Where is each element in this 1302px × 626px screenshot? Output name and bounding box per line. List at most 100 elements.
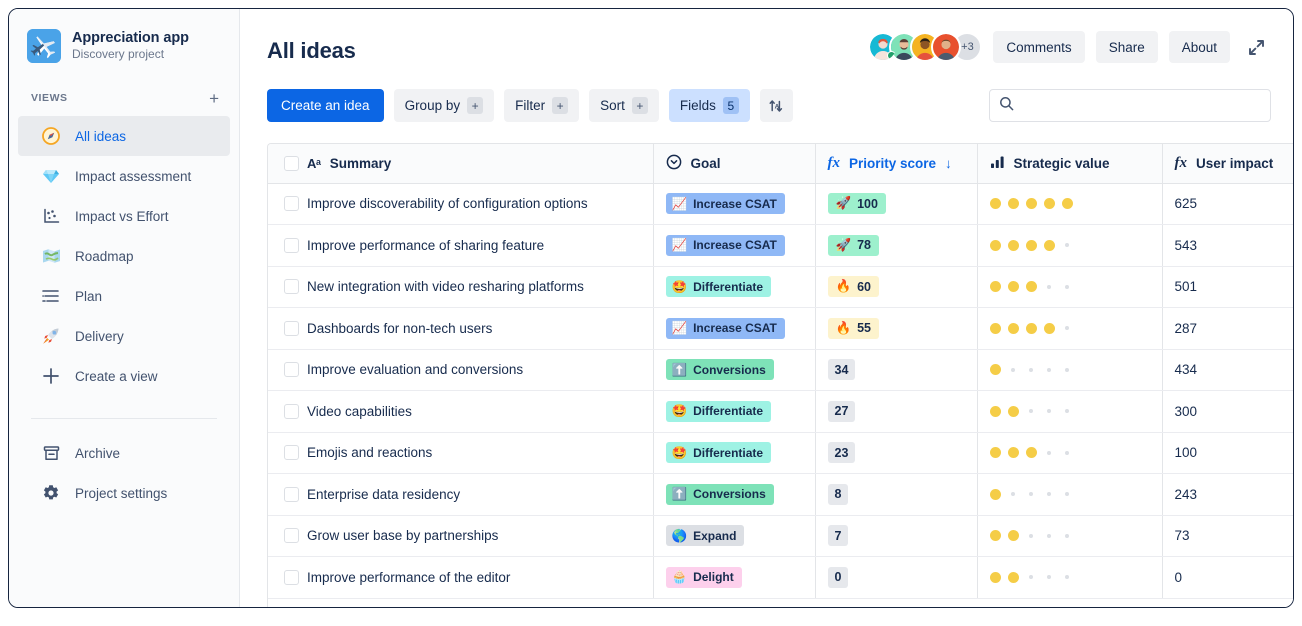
cell-user-impact[interactable]: 300 — [1162, 391, 1293, 433]
cell-strategic-value[interactable] — [977, 474, 1162, 516]
cell-strategic-value[interactable] — [977, 183, 1162, 225]
row-checkbox[interactable] — [284, 570, 299, 585]
column-header-user-impact[interactable]: fx User impact — [1162, 144, 1293, 183]
cell-user-impact[interactable]: 0 — [1162, 557, 1293, 599]
cell-strategic-value[interactable] — [977, 515, 1162, 557]
row-checkbox[interactable] — [284, 362, 299, 377]
cell-strategic-value[interactable] — [977, 349, 1162, 391]
cell-priority-score[interactable]: 7 — [815, 515, 977, 557]
comments-button[interactable]: Comments — [993, 31, 1084, 63]
cell-user-impact[interactable]: 73 — [1162, 515, 1293, 557]
expand-diagonal-icon[interactable] — [1241, 32, 1271, 62]
cell-user-impact[interactable]: 434 — [1162, 349, 1293, 391]
row-select-cell[interactable] — [268, 474, 301, 516]
row-checkbox[interactable] — [284, 196, 299, 211]
row-checkbox[interactable] — [284, 528, 299, 543]
cell-goal[interactable]: 🤩Differentiate — [653, 391, 815, 433]
sidebar-item-roadmap[interactable]: Roadmap — [18, 236, 230, 276]
column-header-strategic-value[interactable]: Strategic value — [977, 144, 1162, 183]
cell-user-impact[interactable]: 100 — [1162, 432, 1293, 474]
create-idea-button[interactable]: Create an idea — [267, 89, 384, 122]
cell-priority-score[interactable]: 0 — [815, 557, 977, 599]
cell-user-impact[interactable]: 287 — [1162, 308, 1293, 350]
row-checkbox[interactable] — [284, 321, 299, 336]
filter-button[interactable]: Filter + — [504, 89, 579, 122]
cell-goal[interactable]: 🧁Delight — [653, 557, 815, 599]
cell-priority-score[interactable]: 🔥60 — [815, 266, 977, 308]
cell-user-impact[interactable]: 243 — [1162, 474, 1293, 516]
cell-strategic-value[interactable] — [977, 225, 1162, 267]
cell-priority-score[interactable]: 34 — [815, 349, 977, 391]
cell-goal[interactable]: 📈Increase CSAT — [653, 183, 815, 225]
sort-button[interactable]: Sort + — [589, 89, 659, 122]
table-row[interactable]: Grow user base by partnerships🌎Expand7 73 — [268, 515, 1293, 557]
sidebar-item-all-ideas[interactable]: All ideas — [18, 116, 230, 156]
cell-summary[interactable]: New integration with video resharing pla… — [301, 266, 653, 308]
column-header-goal[interactable]: Goal — [653, 144, 815, 183]
table-row[interactable]: Improve discoverability of configuration… — [268, 183, 1293, 225]
row-select-cell[interactable] — [268, 515, 301, 557]
row-checkbox[interactable] — [284, 487, 299, 502]
column-header-priority-score[interactable]: fx Priority score ↓ — [815, 144, 977, 183]
cell-goal[interactable]: 📈Increase CSAT — [653, 225, 815, 267]
cell-strategic-value[interactable] — [977, 557, 1162, 599]
select-all-header[interactable] — [268, 144, 301, 183]
cell-strategic-value[interactable] — [977, 266, 1162, 308]
column-header-summary[interactable]: Aᵃ Summary — [301, 144, 653, 183]
about-button[interactable]: About — [1169, 31, 1230, 63]
sidebar-item-delivery[interactable]: Delivery — [18, 316, 230, 356]
table-row[interactable]: Video capabilities🤩Differentiate27 300 — [268, 391, 1293, 433]
cell-strategic-value[interactable] — [977, 308, 1162, 350]
sidebar-item-project-settings[interactable]: Project settings — [18, 473, 230, 513]
auto-sort-icon[interactable]: A — [760, 89, 793, 122]
row-select-cell[interactable] — [268, 183, 301, 225]
cell-goal[interactable]: 🤩Differentiate — [653, 432, 815, 474]
row-select-cell[interactable] — [268, 225, 301, 267]
table-row[interactable]: Emojis and reactions🤩Differentiate23100 — [268, 432, 1293, 474]
sidebar-item-create-a-view[interactable]: Create a view — [18, 356, 230, 396]
avatar-group[interactable]: +3 — [868, 32, 982, 62]
table-row[interactable]: Improve performance of the editor🧁Deligh… — [268, 557, 1293, 599]
cell-strategic-value[interactable] — [977, 432, 1162, 474]
table-row[interactable]: Improve performance of sharing feature📈I… — [268, 225, 1293, 267]
sidebar-item-plan[interactable]: Plan — [18, 276, 230, 316]
row-select-cell[interactable] — [268, 391, 301, 433]
cell-goal[interactable]: 📈Increase CSAT — [653, 308, 815, 350]
row-checkbox[interactable] — [284, 238, 299, 253]
row-select-cell[interactable] — [268, 308, 301, 350]
row-select-cell[interactable] — [268, 432, 301, 474]
table-row[interactable]: Dashboards for non-tech users📈Increase C… — [268, 308, 1293, 350]
select-all-checkbox[interactable] — [284, 156, 299, 171]
search-input[interactable] — [1022, 90, 1261, 121]
cell-user-impact[interactable]: 543 — [1162, 225, 1293, 267]
cell-priority-score[interactable]: 🚀100 — [815, 183, 977, 225]
sidebar-item-archive[interactable]: Archive — [18, 433, 230, 473]
cell-summary[interactable]: Dashboards for non-tech users — [301, 308, 653, 350]
fields-button[interactable]: Fields 5 — [669, 89, 750, 122]
cell-summary[interactable]: Improve evaluation and conversions — [301, 349, 653, 391]
cell-summary[interactable]: Improve discoverability of configuration… — [301, 183, 653, 225]
row-checkbox[interactable] — [284, 404, 299, 419]
cell-goal[interactable]: 🤩Differentiate — [653, 266, 815, 308]
row-checkbox[interactable] — [284, 279, 299, 294]
cell-goal[interactable]: 🌎Expand — [653, 515, 815, 557]
cell-summary[interactable]: Emojis and reactions — [301, 432, 653, 474]
cell-summary[interactable]: Enterprise data residency — [301, 474, 653, 516]
cell-goal[interactable]: ⬆️Conversions — [653, 474, 815, 516]
table-row[interactable]: Improve evaluation and conversions⬆️Conv… — [268, 349, 1293, 391]
sort-descending-icon[interactable]: ↓ — [945, 156, 952, 171]
share-button[interactable]: Share — [1096, 31, 1158, 63]
cell-priority-score[interactable]: 🚀78 — [815, 225, 977, 267]
cell-summary[interactable]: Improve performance of sharing feature — [301, 225, 653, 267]
cell-summary[interactable]: Grow user base by partnerships — [301, 515, 653, 557]
row-select-cell[interactable] — [268, 349, 301, 391]
cell-strategic-value[interactable] — [977, 391, 1162, 433]
cell-priority-score[interactable]: 27 — [815, 391, 977, 433]
cell-user-impact[interactable]: 625 — [1162, 183, 1293, 225]
row-select-cell[interactable] — [268, 557, 301, 599]
cell-summary[interactable]: Video capabilities — [301, 391, 653, 433]
group-by-button[interactable]: Group by + — [394, 89, 495, 122]
search-box[interactable] — [989, 89, 1271, 122]
cell-goal[interactable]: ⬆️Conversions — [653, 349, 815, 391]
brand[interactable]: Appreciation app Discovery project — [9, 9, 239, 63]
